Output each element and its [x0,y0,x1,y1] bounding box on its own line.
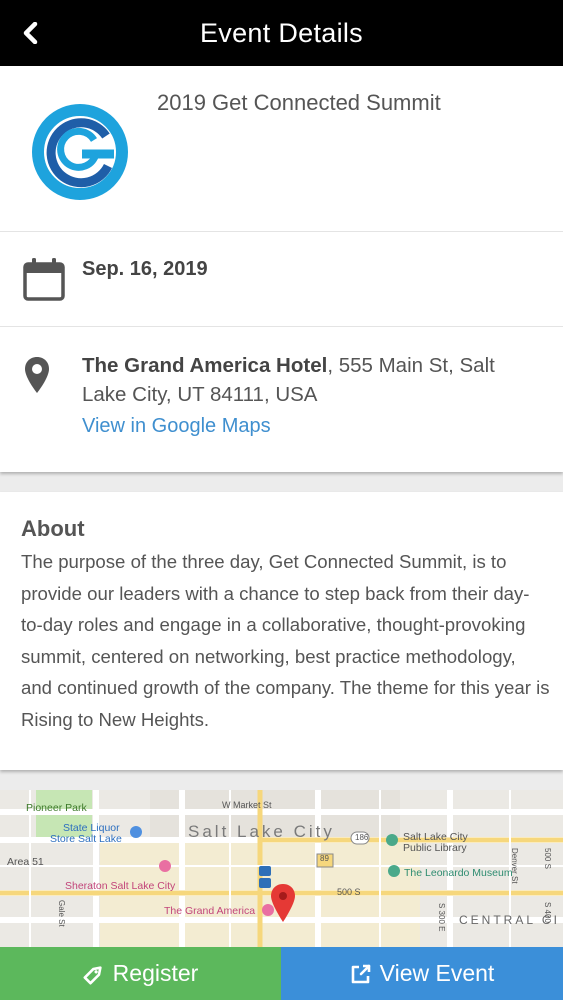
event-date: Sep. 16, 2019 [82,258,208,280]
event-address: The Grand America Hotel, 555 Main St, Sa… [82,351,542,409]
divider [0,231,563,232]
calendar-icon [23,258,65,301]
register-label: Register [112,960,199,986]
tag-icon [83,965,102,984]
event-details-screen: Event Details 2019 Get Connected Summit … [0,0,563,1000]
event-name: 2019 Get Connected Summit [157,90,441,115]
map-label: Area 51 [7,856,44,868]
map-label: W Market St [222,800,272,810]
map-label: Store Salt Lake [50,833,122,845]
map-label: Public Library [403,842,467,854]
map-label: 186 [355,833,369,842]
event-info-card: 2019 Get Connected Summit Sep. 16, 2019 … [0,66,563,472]
map-label: 500 S [543,848,552,869]
view-event-label: View Event [379,960,495,986]
map-label: Sheraton Salt Lake City [65,880,176,892]
map-label: 500 S [337,887,361,897]
map-label: The Leonardo Museum [404,867,513,879]
map-label: S 400 [543,902,552,923]
about-description: The purpose of the three day, Get Connec… [21,551,550,730]
event-map[interactable]: Pioneer Park W Market St State Liquor St… [0,790,563,948]
about-card: About The purpose of the three day, Get … [0,492,563,770]
venue-name: The Grand America Hotel [82,354,328,377]
map-label: 89 [320,854,329,863]
view-event-button[interactable]: View Event [281,947,563,1000]
register-button[interactable]: Register [0,947,281,1000]
back-button[interactable] [14,13,48,53]
divider [0,326,563,327]
view-in-google-maps-link[interactable]: View in Google Maps [82,415,271,438]
about-heading: About [21,516,85,541]
map-label: S 300 E [437,903,446,932]
app-header: Event Details [0,0,563,66]
chevron-left-icon [23,22,38,44]
map-label: Salt Lake City [188,822,335,841]
location-pin-icon [25,357,49,393]
event-logo [32,104,128,200]
external-link-icon [351,964,370,983]
page-title: Event Details [200,17,363,48]
map-label: Pioneer Park [26,802,87,814]
map-label: Gale St [57,900,66,927]
map-label: The Grand America [164,905,256,917]
